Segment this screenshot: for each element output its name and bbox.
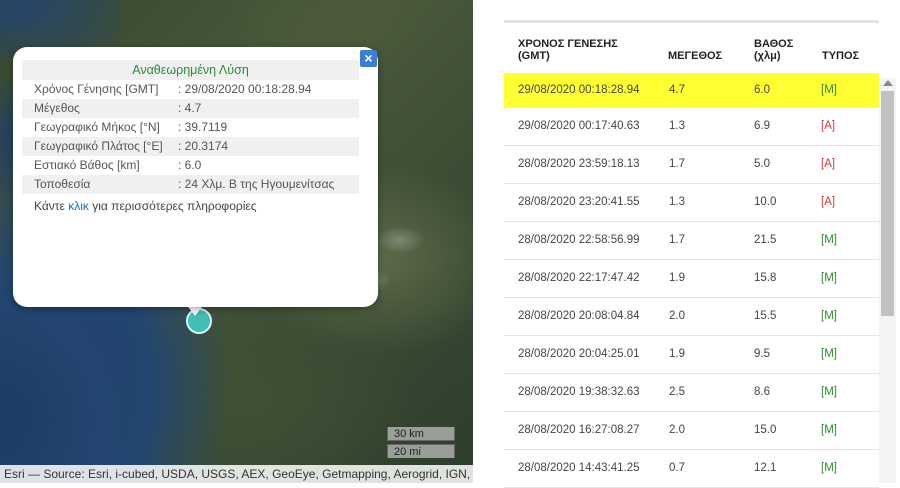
map-view[interactable]: × Αναθεωρημένη Λύση Χρόνος Γένησης [GMT]… [0,0,473,483]
cell-magnitude: 2.0 [669,424,685,436]
table-row[interactable]: 29/08/2020 00:18:28.94 4.7 6.0 [M] [504,73,879,108]
cell-magnitude: 2.0 [669,310,685,322]
cell-time: 29/08/2020 00:17:40.63 [518,120,640,132]
popup-row-magnitude: Μέγεθος : 4.7 [22,99,359,118]
popup-details: Αναθεωρημένη Λύση Χρόνος Γένησης [GMT] :… [22,60,359,215]
popup-label: Τοποθεσία [34,177,91,191]
popup-label: Μέγεθος [34,101,80,115]
popup-value: : 39.7119 [178,120,228,134]
table-scrollbar[interactable] [879,78,896,483]
cell-time: 28/08/2020 20:04:25.01 [518,348,640,360]
table-body: 29/08/2020 00:18:28.94 4.7 6.0 [M] 29/08/202… [504,73,879,488]
popup-row-time: Χρόνος Γένησης [GMT] : 29/08/2020 00:18:… [22,80,359,99]
table-row[interactable]: 28/08/2020 19:38:32.63 2.5 8.6 [M] [504,374,879,412]
popup-value: : 6.0 [178,158,202,172]
header-magnitude[interactable]: ΜΕΓΕΘΟΣ [668,50,722,62]
header-time[interactable]: ΧΡΟΝΟΣ ΓΕΝΕΣΗΣ (GMT) [518,38,628,62]
cell-magnitude: 1.9 [669,348,685,360]
cell-type: [M] [821,84,837,96]
popup-label: Χρόνος Γένησης [GMT] [34,82,159,96]
cell-type: [M] [821,272,837,284]
cell-time: 28/08/2020 23:20:41.55 [518,196,640,208]
cell-type: [M] [821,310,837,322]
table-header: ΧΡΟΝΟΣ ΓΕΝΕΣΗΣ (GMT) ΜΕΓΕΘΟΣ ΒΑΘΟΣ (χλμ)… [504,23,879,73]
table-row[interactable]: 28/08/2020 23:20:41.55 1.3 10.0 [A] [504,184,879,222]
more-suffix: για περισσότερες πληροφορίες [88,199,257,213]
table-row[interactable]: 29/08/2020 00:17:40.63 1.3 6.9 [A] [504,108,879,146]
popup-value: : 4.7 [178,101,202,115]
cell-time: 28/08/2020 22:17:47.42 [518,272,640,284]
cell-type: [M] [821,348,837,360]
scroll-up-icon[interactable] [883,80,893,86]
popup-more-info: Κάντε κλικ για περισσότερες πληροφορίες [22,194,359,215]
cell-depth: 6.0 [754,84,770,96]
cell-magnitude: 4.7 [669,84,685,96]
table-row[interactable]: 28/08/2020 16:27:08.27 2.0 15.0 [M] [504,412,879,450]
popup-value: : 29/08/2020 00:18:28.94 [178,82,312,96]
cell-depth: 8.6 [754,386,770,398]
table-row[interactable]: 28/08/2020 23:59:18.13 1.7 5.0 [A] [504,146,879,184]
more-prefix: Κάντε [34,199,69,213]
cell-depth: 12.1 [754,462,777,474]
sea-area [0,300,170,483]
cell-time: 28/08/2020 16:27:08.27 [518,424,640,436]
cell-type: [A] [821,158,836,170]
earthquake-list: ΧΡΟΝΟΣ ΓΕΝΕΣΗΣ (GMT) ΜΕΓΕΘΟΣ ΒΑΘΟΣ (χλμ)… [504,20,879,488]
cell-depth: 10.0 [754,196,777,208]
scroll-thumb[interactable] [881,91,894,316]
cell-magnitude: 1.3 [669,196,685,208]
cell-depth: 5.0 [754,158,770,170]
popup-label: Εστιακό Βάθος [km] [34,158,140,172]
more-info-link[interactable]: κλικ [68,199,89,213]
table-row[interactable]: 28/08/2020 22:17:47.42 1.9 15.8 [M] [504,260,879,298]
table-row[interactable]: 28/08/2020 20:04:25.01 1.9 9.5 [M] [504,336,879,374]
cell-time: 29/08/2020 00:18:28.94 [518,84,640,96]
cell-magnitude: 1.7 [669,158,685,170]
table-row[interactable]: 28/08/2020 14:43:41.25 0.7 12.1 [M] [504,450,879,488]
cell-depth: 15.0 [754,424,777,436]
cell-time: 28/08/2020 14:43:41.25 [518,462,640,474]
cell-depth: 6.9 [754,120,770,132]
cell-magnitude: 0.7 [669,462,685,474]
cell-type: [M] [821,234,837,246]
popup-row-latitude: Γεωγραφικό Πλάτος [°E] : 20.3174 [22,137,359,156]
cell-type: [M] [821,424,837,436]
cell-time: 28/08/2020 22:58:56.99 [518,234,640,246]
cell-depth: 9.5 [754,348,770,360]
cell-time: 28/08/2020 19:38:32.63 [518,386,640,398]
cell-time: 28/08/2020 23:59:18.13 [518,158,640,170]
popup-value: : 24 Χλμ. Β της Ηγουμενίτσας [178,177,335,191]
header-depth[interactable]: ΒΑΘΟΣ (χλμ) [754,38,804,62]
cell-depth: 21.5 [754,234,777,246]
header-type[interactable]: ΤΥΠΟΣ [822,50,859,62]
cell-time: 28/08/2020 20:08:04.84 [518,310,640,322]
popup-value: : 20.3174 [178,139,229,153]
cell-magnitude: 1.7 [669,234,685,246]
cell-type: [A] [821,120,836,132]
cell-magnitude: 2.5 [669,386,685,398]
close-icon[interactable]: × [360,50,377,67]
cell-type: [A] [821,196,836,208]
cell-depth: 15.8 [754,272,777,284]
popup-title: Αναθεωρημένη Λύση [22,60,359,80]
map-attribution: Esri — Source: Esri, i-cubed, USDA, USGS… [0,465,473,483]
cell-magnitude: 1.3 [669,120,685,132]
cell-magnitude: 1.9 [669,272,685,284]
scale-bar-mi: 20 mi [387,444,455,458]
cell-type: [M] [821,462,837,474]
popup-label: Γεωγραφικό Πλάτος [°E] [34,139,163,153]
popup-row-location: Τοποθεσία : 24 Χλμ. Β της Ηγουμενίτσας [22,175,359,194]
table-row[interactable]: 28/08/2020 20:08:04.84 2.0 15.5 [M] [504,298,879,336]
cell-type: [M] [821,386,837,398]
scale-bar-km: 30 km [387,427,455,441]
popup-row-depth: Εστιακό Βάθος [km] : 6.0 [22,156,359,175]
cell-depth: 15.5 [754,310,777,322]
popup-label: Γεωγραφικό Μήκος [°N] [34,120,160,134]
table-row[interactable]: 28/08/2020 22:58:56.99 1.7 21.5 [M] [504,222,879,260]
popup-row-longitude: Γεωγραφικό Μήκος [°N] : 39.7119 [22,118,359,137]
